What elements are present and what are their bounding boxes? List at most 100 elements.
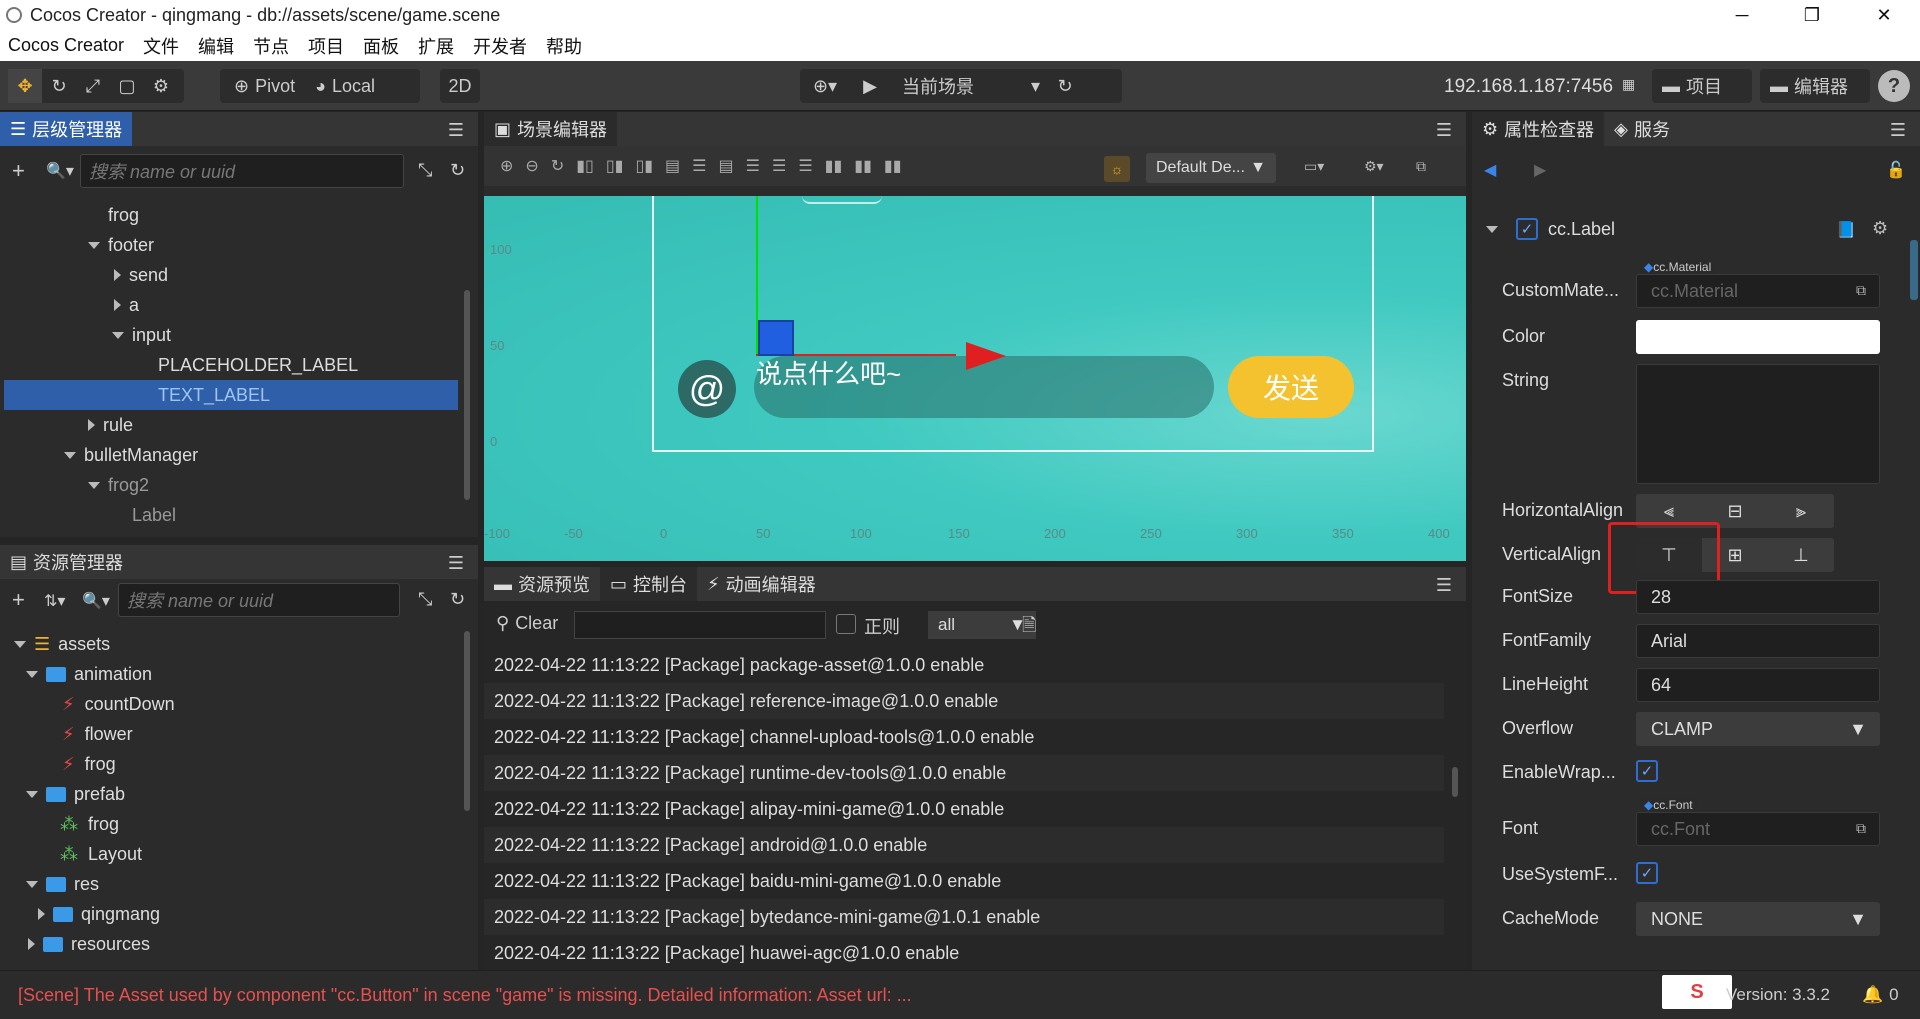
back-arrow-icon[interactable]: ◀ [1484, 160, 1496, 180]
scene-viewport[interactable]: 100 50 0 -100 -50 0 50 100 150 200 250 3… [484, 196, 1466, 561]
expand-arrow-icon[interactable] [88, 241, 100, 249]
menu-node[interactable]: 节点 [253, 33, 289, 59]
scene-menu-icon[interactable]: ☰ [1436, 120, 1452, 141]
color-swatch[interactable] [1636, 320, 1880, 354]
asset-folder-qingmang[interactable]: qingmang [38, 899, 160, 929]
fontsize-input[interactable]: 28 [1636, 580, 1880, 614]
menu-extension[interactable]: 扩展 [418, 33, 454, 59]
distribute-vcenter-icon[interactable]: ☰ [772, 156, 786, 176]
collapse-arrow-icon[interactable] [88, 419, 95, 431]
distribute-hcenter-icon[interactable]: ▮▮ [854, 156, 872, 176]
reset-view-icon[interactable]: ↻ [551, 156, 564, 176]
expand-arrow-icon[interactable] [112, 331, 124, 339]
asset-prefab-frog[interactable]: ⁂ frog [60, 809, 119, 839]
tree-node-send[interactable]: send [114, 260, 168, 290]
tree-node-input[interactable]: input [112, 320, 171, 350]
collapse-all-icon[interactable]: ⤡ [418, 160, 432, 181]
menu-file[interactable]: 文件 [143, 33, 179, 59]
send-button[interactable]: 发送 [1228, 356, 1354, 418]
local-toggle[interactable]: ◕ Local [309, 76, 381, 97]
tree-node-footer[interactable]: footer [88, 230, 154, 260]
asset-picker-icon[interactable]: ⧉ [1856, 820, 1866, 837]
asset-folder-resources[interactable]: resources [28, 929, 150, 959]
inspector-scrollbar[interactable] [1910, 240, 1918, 300]
scale-tool-icon[interactable]: ⤢ [76, 69, 110, 103]
tree-node-text-label[interactable]: TEXT_LABEL [4, 380, 458, 410]
editor-button[interactable]: ▬ 编辑器 [1760, 69, 1870, 103]
align-bottom-icon[interactable]: ▤ [719, 156, 734, 176]
tab-assets[interactable]: ▤ 资源管理器 [0, 545, 133, 579]
expand-arrow-icon[interactable] [1486, 225, 1498, 233]
collapse-arrow-icon[interactable] [28, 938, 35, 950]
cachemode-select[interactable]: NONE ▼ [1636, 902, 1880, 936]
component-enabled-checkbox[interactable]: ✓ [1516, 218, 1538, 240]
align-right-icon[interactable]: ⫸ [1768, 494, 1834, 528]
distribute-bottom-icon[interactable]: ☰ [798, 156, 812, 176]
preview-ip[interactable]: 192.168.1.187:7456 [1444, 76, 1613, 98]
tab-services[interactable]: ◈ 服务 [1604, 112, 1680, 146]
scene-select[interactable]: 当前场景 ▾ [890, 73, 1040, 99]
project-button[interactable]: ▬ 项目 [1652, 69, 1752, 103]
console-menu-icon[interactable]: ☰ [1436, 575, 1452, 596]
tab-console[interactable]: ▭ 控制台 [600, 567, 698, 601]
tree-node-frog2[interactable]: frog2 [88, 470, 149, 500]
tab-hierarchy[interactable]: ☰ 层级管理器 [0, 112, 133, 146]
align-top-icon[interactable]: ▤ [665, 156, 680, 176]
valign-bottom-icon[interactable]: ⊥ [1768, 538, 1834, 572]
help-icon[interactable]: ? [1878, 70, 1910, 102]
rotate-tool-icon[interactable]: ↻ [42, 69, 76, 103]
ime-icon[interactable]: S [1662, 975, 1732, 1009]
refresh-icon[interactable]: ↻ [1040, 69, 1090, 103]
fontfamily-input[interactable]: Arial [1636, 624, 1880, 658]
tab-animation-editor[interactable]: ⚡ 动画编辑器 [697, 567, 826, 601]
at-button[interactable]: @ [678, 360, 736, 418]
expand-arrow-icon[interactable] [26, 670, 38, 678]
inspector-menu-icon[interactable]: ☰ [1890, 120, 1906, 141]
camera-select[interactable]: Default De... ▼ [1146, 153, 1276, 183]
move-tool-icon[interactable]: ✥ [8, 69, 42, 103]
expand-arrow-icon[interactable] [26, 790, 38, 798]
search-type-icon[interactable]: 🔍▾ [82, 591, 110, 611]
tab-asset-preview[interactable]: ▬ 资源预览 [484, 567, 600, 601]
component-settings-icon[interactable]: ⚙ [1872, 218, 1888, 239]
expand-arrow-icon[interactable] [26, 880, 38, 888]
qrcode-icon[interactable]: ▦ [1622, 76, 1635, 93]
string-textarea[interactable] [1636, 364, 1880, 484]
open-log-file-icon[interactable]: 🗎 [1022, 613, 1036, 643]
align-left-icon[interactable]: ▮▯ [576, 156, 594, 176]
regex-checkbox[interactable] [836, 614, 856, 634]
clear-button[interactable]: ⚲ Clear [496, 613, 558, 634]
tree-node-rule[interactable]: rule [88, 410, 133, 440]
minimize-button[interactable]: ─ [1714, 0, 1770, 30]
collapse-arrow-icon[interactable] [114, 299, 121, 311]
snap-settings-icon[interactable]: ⚙ [144, 69, 178, 103]
font-asset-field[interactable]: cc.Font [1636, 812, 1880, 846]
enablewrap-checkbox[interactable]: ✓ [1636, 760, 1658, 782]
distribute-top-icon[interactable]: ☰ [746, 156, 760, 176]
add-asset-icon[interactable]: + [12, 587, 25, 613]
tree-node-frog[interactable]: frog [108, 200, 139, 230]
assets-search-input[interactable]: 搜索 name or uuid [118, 583, 400, 617]
collapse-arrow-icon[interactable] [114, 269, 121, 281]
asset-anim-flower[interactable]: ⚡ flower [62, 719, 133, 749]
asset-picker-icon[interactable]: ⧉ [1856, 282, 1866, 299]
custom-material-field[interactable]: cc.Material [1636, 274, 1880, 308]
align-right-icon[interactable]: ▯▮ [635, 156, 653, 176]
collapse-arrow-icon[interactable] [38, 908, 45, 920]
search-type-icon[interactable]: 🔍▾ [46, 161, 74, 181]
asset-anim-countdown[interactable]: ⚡ countDown [62, 689, 175, 719]
hierarchy-scrollbar[interactable] [464, 290, 470, 500]
zoom-out-icon[interactable]: ⊖ [525, 156, 538, 176]
align-vcenter-icon[interactable]: ☰ [692, 156, 706, 176]
refresh-icon[interactable]: ↻ [450, 589, 465, 610]
expand-arrow-icon[interactable] [64, 451, 76, 459]
asset-folder-prefab[interactable]: prefab [26, 779, 125, 809]
camera-icon[interactable]: ▭▾ [1304, 158, 1324, 175]
overflow-select[interactable]: CLAMP ▼ [1636, 712, 1880, 746]
usesystemfont-checkbox[interactable]: ✓ [1636, 862, 1658, 884]
asset-assets-db[interactable]: ☰ assets [14, 629, 110, 659]
align-hcenter-icon[interactable]: ▯▮ [606, 156, 624, 176]
expand-arrow-icon[interactable] [14, 640, 26, 648]
tree-node-bulletmanager[interactable]: bulletManager [64, 440, 198, 470]
menu-project[interactable]: 项目 [308, 33, 344, 59]
